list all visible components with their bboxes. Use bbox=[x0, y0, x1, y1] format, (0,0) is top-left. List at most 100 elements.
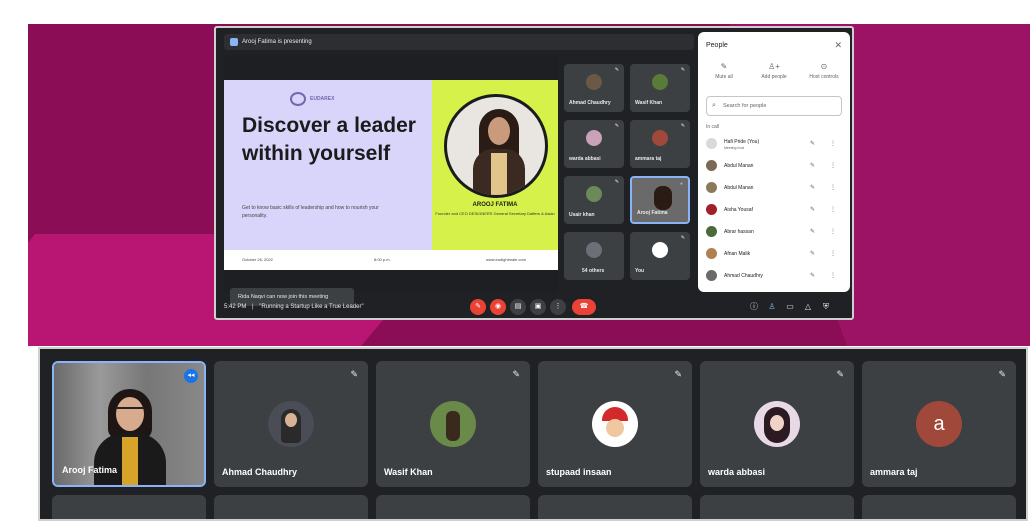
person-name: Abdul Manan bbox=[724, 163, 754, 169]
close-icon[interactable]: ✕ bbox=[834, 40, 842, 51]
person-row[interactable]: Abdul Manan ✎ ⋮ bbox=[706, 158, 846, 174]
mic-toggle-button[interactable]: ✎ bbox=[470, 299, 486, 315]
participant-tile[interactable]: ✎ Ahmad Chaudhry bbox=[564, 64, 624, 112]
mic-off-icon: ✎ bbox=[836, 369, 844, 379]
avatar bbox=[706, 248, 717, 259]
participant-tile[interactable]: ✎ Usair khan bbox=[564, 176, 624, 224]
mic-off-icon: ✎ bbox=[350, 369, 358, 379]
gallery-tile-partial[interactable] bbox=[538, 495, 692, 519]
person-name: Aisha Yousaf bbox=[724, 207, 753, 213]
person-row[interactable]: Abrar hassan ✎ ⋮ bbox=[706, 224, 846, 240]
participant-gallery: ◂◂ Arooj Fatima ✎ Ahmad Chaudhry ✎ Wasif… bbox=[38, 347, 1028, 521]
action-label: Mute all bbox=[715, 74, 733, 80]
chat-icon[interactable]: ▭ bbox=[784, 301, 796, 313]
person-name: Abrar hassan bbox=[724, 229, 754, 235]
people-icon[interactable]: ♙ bbox=[766, 301, 778, 313]
more-icon[interactable]: ⋮ bbox=[830, 272, 836, 279]
mic-off-icon: ✎ bbox=[674, 369, 682, 379]
end-call-button[interactable]: ☎ bbox=[572, 299, 596, 315]
gallery-tile-partial[interactable] bbox=[52, 495, 206, 519]
avatar bbox=[706, 138, 717, 149]
slide-footer: October 26, 2022 8:00 p.m. www.eudightma… bbox=[224, 250, 558, 270]
participant-tile[interactable]: ✎ warda abbasi bbox=[564, 120, 624, 168]
mic-off-icon[interactable]: ✎ bbox=[810, 272, 815, 279]
mic-off-icon[interactable]: ✎ bbox=[810, 228, 815, 235]
gallery-tile[interactable]: ✎ warda abbasi bbox=[700, 361, 854, 487]
participant-tile[interactable]: ✎ Wasif Khan bbox=[630, 64, 690, 112]
present-button[interactable]: ▣ bbox=[530, 299, 546, 315]
present-icon: ▣ bbox=[534, 303, 542, 310]
host-controls-icon[interactable]: ⛨ bbox=[820, 301, 832, 313]
participant-name: Arooj Fatima bbox=[637, 210, 668, 216]
gallery-tile-partial[interactable] bbox=[700, 495, 854, 519]
more-icon[interactable]: ⋮ bbox=[830, 206, 836, 213]
avatar bbox=[586, 186, 602, 202]
participant-name: stupaad insaan bbox=[546, 467, 612, 477]
mic-off-icon[interactable]: ✎ bbox=[810, 140, 815, 147]
info-icon[interactable]: ⓘ bbox=[748, 301, 760, 313]
more-icon[interactable]: ⋮ bbox=[830, 184, 836, 191]
add-people-button[interactable]: ♙+ Add people bbox=[752, 62, 796, 80]
more-options-button[interactable]: ⋮ bbox=[550, 299, 566, 315]
others-tile[interactable]: 54 others bbox=[564, 232, 624, 280]
slide-subtitle: Get to know basic skills of leadership a… bbox=[242, 205, 379, 219]
participant-name: ammara taj bbox=[635, 156, 662, 162]
gallery-tile[interactable]: ✎ Ahmad Chaudhry bbox=[214, 361, 368, 487]
slide-time: 8:00 p.m. bbox=[374, 257, 391, 262]
more-icon[interactable]: ⋮ bbox=[830, 250, 836, 257]
avatar bbox=[754, 401, 800, 447]
in-call-heading: In call bbox=[706, 124, 720, 130]
person-row[interactable]: Aisha Yousaf ✎ ⋮ bbox=[706, 202, 846, 218]
person-row[interactable]: Abdul Manan ✎ ⋮ bbox=[706, 180, 846, 196]
gallery-tile-partial[interactable] bbox=[214, 495, 368, 519]
meeting-title: "Running a Startup Like a True Leader" bbox=[259, 304, 364, 310]
participant-name: Wasif Khan bbox=[635, 100, 663, 106]
mic-off-icon[interactable]: ✎ bbox=[810, 184, 815, 191]
participant-name: warda abbasi bbox=[708, 467, 766, 477]
avatar bbox=[706, 160, 717, 171]
presentation-area[interactable]: EUDAREX Discover a leader within yoursel… bbox=[224, 56, 558, 306]
gallery-tile-partial[interactable] bbox=[376, 495, 530, 519]
mic-off-icon: ✎ bbox=[680, 235, 685, 241]
participant-name: Wasif Khan bbox=[384, 467, 433, 477]
slide-logo-text: EUDAREX bbox=[310, 96, 335, 102]
panel-title: People bbox=[706, 42, 728, 49]
mute-all-button[interactable]: ✎ Mute all bbox=[702, 62, 746, 80]
participant-tile-speaking[interactable]: ● Arooj Fatima bbox=[630, 176, 690, 224]
gallery-tile[interactable]: ✎ a ammara taj bbox=[862, 361, 1016, 487]
self-tile[interactable]: ✎ You bbox=[630, 232, 690, 280]
person-name: Afnan Malik bbox=[724, 251, 751, 257]
person-row[interactable]: Afnan Malik ✎ ⋮ bbox=[706, 246, 846, 262]
speaking-icon: ● bbox=[679, 181, 683, 187]
person-row[interactable]: Ahmad Chaudhry ✎ ⋮ bbox=[706, 268, 846, 284]
mic-off-icon[interactable]: ✎ bbox=[810, 250, 815, 257]
search-people-input[interactable]: ⌕ Search for people bbox=[706, 96, 842, 116]
gallery-tile[interactable]: ✎ Wasif Khan bbox=[376, 361, 530, 487]
more-icon[interactable]: ⋮ bbox=[830, 140, 836, 147]
others-count: 54 others bbox=[582, 268, 605, 274]
avatar-group-icon bbox=[586, 242, 602, 258]
person-row[interactable]: Hafi Pride (You) Meeting host ✎ ⋮ bbox=[706, 136, 846, 152]
gallery-tile[interactable]: ✎ stupaad insaan bbox=[538, 361, 692, 487]
mic-off-icon: ✎ bbox=[998, 369, 1006, 379]
mic-off-icon[interactable]: ✎ bbox=[810, 162, 815, 169]
more-icon[interactable]: ⋮ bbox=[830, 162, 836, 169]
captions-button[interactable]: ▤ bbox=[510, 299, 526, 315]
participant-name: Ahmad Chaudhry bbox=[222, 467, 298, 477]
participant-tile[interactable]: ✎ ammara taj bbox=[630, 120, 690, 168]
camera-toggle-button[interactable]: ◉ bbox=[490, 299, 506, 315]
avatar bbox=[430, 401, 476, 447]
action-label: Add people bbox=[761, 74, 787, 80]
activities-icon[interactable]: △ bbox=[802, 301, 814, 313]
speaking-icon: ◂◂ bbox=[184, 369, 198, 383]
more-icon[interactable]: ⋮ bbox=[830, 228, 836, 235]
host-controls-button[interactable]: ⊙ Host controls bbox=[802, 62, 846, 80]
mic-off-icon[interactable]: ✎ bbox=[810, 206, 815, 213]
gallery-tile-partial[interactable] bbox=[862, 495, 1016, 519]
more-icon: ⋮ bbox=[554, 303, 562, 310]
presenting-banner: Arooj Fatima is presenting bbox=[224, 34, 694, 50]
participant-name: Arooj Fatima bbox=[62, 465, 118, 475]
gallery-tile-speaking[interactable]: ◂◂ Arooj Fatima bbox=[52, 361, 206, 487]
avatar bbox=[268, 401, 314, 447]
mic-off-icon: ✎ bbox=[720, 62, 728, 71]
